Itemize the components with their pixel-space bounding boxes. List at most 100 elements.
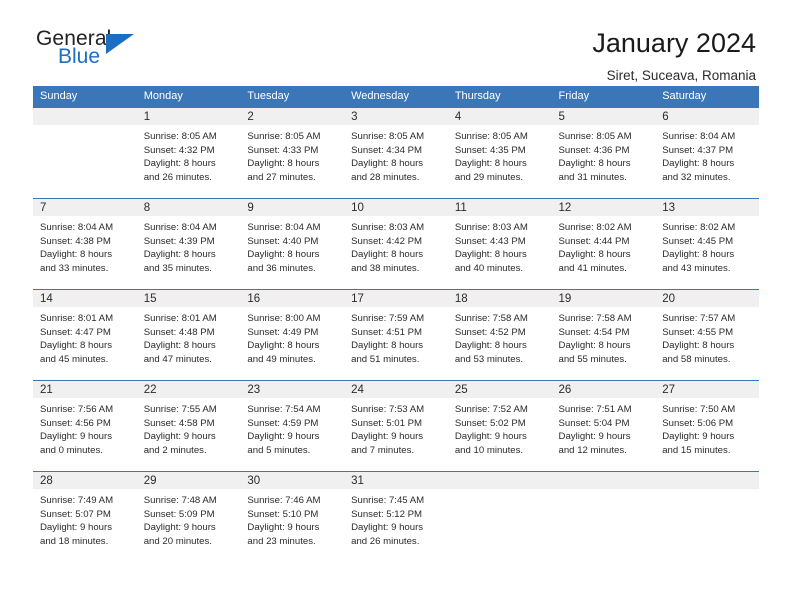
day-cell[interactable]: 12 Sunrise: 8:02 AM Sunset: 4:44 PM Dayligh… [551, 198, 656, 290]
day-cell[interactable]: 20 Sunrise: 7:57 AM Sunset: 4:55 PM Dayligh… [655, 289, 759, 381]
day-cell[interactable]: 24 Sunrise: 7:53 AM Sunset: 5:01 PM Dayligh… [344, 380, 448, 472]
sunrise-text: Sunrise: 8:04 AM [143, 222, 217, 233]
general-blue-logo[interactable]: General Blue [36, 28, 156, 76]
sunset-text: Sunset: 4:49 PM [247, 326, 319, 338]
daylight-text: and 15 minutes. [662, 444, 731, 456]
daylight-text: and 28 minutes. [351, 171, 420, 183]
day-cell[interactable]: 3 Sunrise: 8:05 AM Sunset: 4:34 PM Daylight… [344, 107, 448, 199]
day-details: Sunrise: 7:59 AM Sunset: 4:51 PM Daylight:… [344, 307, 448, 366]
day-number: 28 [33, 472, 137, 489]
day-cell-empty [655, 471, 759, 560]
daylight-text: and 10 minutes. [454, 444, 524, 456]
day-cell[interactable]: 5 Sunrise: 8:05 AM Sunset: 4:36 PM Daylight… [551, 107, 656, 199]
sunset-text: Sunset: 5:02 PM [454, 417, 526, 429]
daylight-text: and 32 minutes. [662, 171, 731, 183]
calendar-page: General Blue January 2024 Siret, Suceava… [0, 0, 792, 612]
sunset-text: Sunset: 4:33 PM [247, 144, 319, 156]
daylight-text: Daylight: 9 hours [40, 522, 112, 534]
daylight-text: Daylight: 8 hours [558, 340, 631, 352]
day-cell[interactable]: 15 Sunrise: 8:01 AM Sunset: 4:48 PM Dayligh… [136, 289, 241, 381]
daylight-text: Daylight: 8 hours [454, 158, 527, 170]
day-cell[interactable]: 18 Sunrise: 7:58 AM Sunset: 4:52 PM Dayligh… [447, 289, 552, 381]
daylight-text: Daylight: 8 hours [662, 158, 735, 170]
sunset-text: Sunset: 4:58 PM [143, 417, 215, 429]
sunset-text: Sunset: 4:54 PM [558, 326, 630, 338]
day-details: Sunrise: 8:01 AM Sunset: 4:47 PM Daylight:… [33, 307, 137, 366]
sunset-text: Sunset: 5:09 PM [143, 508, 215, 520]
day-cell[interactable]: 19 Sunrise: 7:58 AM Sunset: 4:54 PM Dayligh… [551, 289, 656, 381]
daylight-text: Daylight: 9 hours [351, 522, 424, 534]
sunrise-text: Sunrise: 8:05 AM [143, 131, 217, 142]
day-cell[interactable]: 10 Sunrise: 8:03 AM Sunset: 4:42 PM Dayligh… [344, 198, 448, 290]
daylight-text: Daylight: 8 hours [351, 340, 424, 352]
weekday-header-wednesday: Wednesday [344, 86, 448, 108]
day-cell[interactable]: 21 Sunrise: 7:56 AM Sunset: 4:56 PM Dayligh… [33, 380, 137, 472]
day-cell[interactable]: 23 Sunrise: 7:54 AM Sunset: 4:59 PM Dayligh… [240, 380, 345, 472]
sunrise-text: Sunrise: 8:03 AM [351, 222, 425, 233]
day-cell[interactable]: 13 Sunrise: 8:02 AM Sunset: 4:45 PM Dayligh… [655, 198, 759, 290]
sunrise-text: Sunrise: 7:57 AM [662, 313, 736, 324]
day-cell[interactable]: 25 Sunrise: 7:52 AM Sunset: 5:02 PM Dayligh… [447, 380, 552, 472]
day-cell[interactable]: 2 Sunrise: 8:05 AM Sunset: 4:33 PM Daylight… [240, 107, 345, 199]
day-details: Sunrise: 7:50 AM Sunset: 5:06 PM Daylight:… [655, 398, 759, 457]
day-cell[interactable]: 16 Sunrise: 8:00 AM Sunset: 4:49 PM Dayligh… [240, 289, 345, 381]
day-details: Sunrise: 8:04 AM Sunset: 4:38 PM Daylight:… [33, 216, 137, 275]
day-number: 1 [136, 108, 241, 125]
sunrise-text: Sunrise: 7:53 AM [351, 404, 425, 415]
day-number [33, 108, 137, 125]
day-cell[interactable]: 8 Sunrise: 8:04 AM Sunset: 4:39 PM Daylight… [136, 198, 241, 290]
day-cell[interactable]: 6 Sunrise: 8:04 AM Sunset: 4:37 PM Daylight… [655, 107, 759, 199]
daylight-text: and 26 minutes. [143, 171, 212, 183]
daylight-text: and 43 minutes. [662, 262, 731, 274]
page-title: January 2024 [592, 28, 756, 58]
day-cell[interactable]: 27 Sunrise: 7:50 AM Sunset: 5:06 PM Dayligh… [655, 380, 759, 472]
sunrise-text: Sunrise: 8:04 AM [662, 131, 736, 142]
sunrise-text: Sunrise: 7:55 AM [143, 404, 217, 415]
sunrise-text: Sunrise: 8:00 AM [247, 313, 321, 324]
day-cell[interactable]: 31 Sunrise: 7:45 AM Sunset: 5:12 PM Dayligh… [344, 471, 448, 560]
weekday-header-thursday: Thursday [447, 86, 552, 108]
day-number: 31 [344, 472, 448, 489]
day-number: 17 [344, 290, 448, 307]
daylight-text: Daylight: 8 hours [143, 340, 216, 352]
day-details: Sunrise: 8:05 AM Sunset: 4:32 PM Daylight:… [137, 125, 241, 184]
calendar-header-row: Sunday Monday Tuesday Wednesday Thursday… [33, 86, 759, 108]
sunset-text: Sunset: 4:45 PM [662, 235, 734, 247]
day-cell[interactable]: 22 Sunrise: 7:55 AM Sunset: 4:58 PM Dayligh… [136, 380, 241, 472]
day-cell[interactable]: 29 Sunrise: 7:48 AM Sunset: 5:09 PM Dayligh… [136, 471, 241, 560]
daylight-text: and 2 minutes. [143, 444, 207, 456]
day-cell[interactable]: 9 Sunrise: 8:04 AM Sunset: 4:40 PM Daylight… [240, 198, 345, 290]
day-cell[interactable]: 26 Sunrise: 7:51 AM Sunset: 5:04 PM Dayligh… [551, 380, 656, 472]
daylight-text: and 0 minutes. [40, 444, 103, 456]
daylight-text: and 35 minutes. [143, 262, 212, 274]
daylight-text: Daylight: 9 hours [351, 431, 424, 443]
sunrise-text: Sunrise: 7:51 AM [558, 404, 632, 415]
sunset-text: Sunset: 4:38 PM [40, 235, 111, 247]
day-cell[interactable]: 28 Sunrise: 7:49 AM Sunset: 5:07 PM Dayligh… [33, 471, 137, 560]
weekday-header-monday: Monday [136, 86, 241, 108]
day-cell-empty [447, 471, 552, 560]
day-number [551, 472, 656, 489]
day-cell[interactable]: 17 Sunrise: 7:59 AM Sunset: 4:51 PM Dayligh… [344, 289, 448, 381]
day-details: Sunrise: 8:05 AM Sunset: 4:34 PM Daylight:… [344, 125, 448, 184]
day-number: 27 [655, 381, 759, 398]
sunset-text: Sunset: 5:06 PM [662, 417, 734, 429]
day-cell[interactable]: 4 Sunrise: 8:05 AM Sunset: 4:35 PM Daylight… [447, 107, 552, 199]
day-cell[interactable]: 14 Sunrise: 8:01 AM Sunset: 4:47 PM Dayligh… [33, 289, 137, 381]
day-cell[interactable]: 11 Sunrise: 8:03 AM Sunset: 4:43 PM Dayligh… [447, 198, 552, 290]
day-details: Sunrise: 8:04 AM Sunset: 4:40 PM Daylight:… [240, 216, 344, 275]
sunrise-text: Sunrise: 7:58 AM [558, 313, 632, 324]
day-cell[interactable]: 1 Sunrise: 8:05 AM Sunset: 4:32 PM Daylight… [136, 107, 241, 199]
calendar-week-row: 21 Sunrise: 7:56 AM Sunset: 4:56 PM Dayligh… [33, 380, 759, 472]
daylight-text: and 41 minutes. [558, 262, 627, 274]
sunrise-text: Sunrise: 7:58 AM [454, 313, 528, 324]
weekday-header-sunday: Sunday [33, 86, 137, 108]
day-cell[interactable]: 30 Sunrise: 7:46 AM Sunset: 5:10 PM Dayligh… [240, 471, 345, 560]
sunset-text: Sunset: 4:37 PM [662, 144, 734, 156]
daylight-text: and 47 minutes. [143, 353, 212, 365]
sunset-text: Sunset: 5:04 PM [558, 417, 630, 429]
calendar-week-row: 14 Sunrise: 8:01 AM Sunset: 4:47 PM Dayligh… [33, 289, 759, 381]
daylight-text: Daylight: 8 hours [247, 158, 320, 170]
day-cell[interactable]: 7 Sunrise: 8:04 AM Sunset: 4:38 PM Daylight… [33, 198, 137, 290]
day-details: Sunrise: 7:58 AM Sunset: 4:54 PM Daylight:… [552, 307, 656, 366]
